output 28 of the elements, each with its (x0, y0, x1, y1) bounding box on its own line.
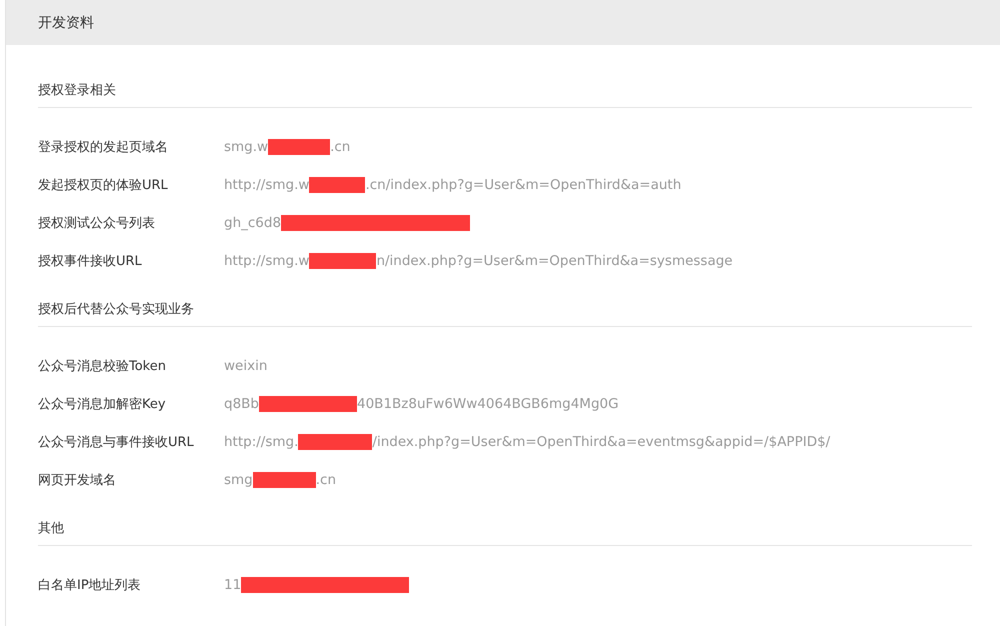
field-value: smg.w (224, 139, 268, 155)
field-label: 公众号消息加解密Key (38, 396, 167, 413)
field-value: 11 (224, 577, 242, 593)
field-value: .cn/index.php?g=User&m=OpenThird&a=auth (365, 177, 682, 193)
field-value: http://smg.w (224, 253, 310, 269)
field-label: 登录授权的发起页域名 (38, 139, 169, 156)
field-label: 公众号消息校验Token (38, 358, 167, 375)
field-value: weixin (224, 358, 268, 374)
page-title: 开发资料 (38, 14, 94, 32)
section-title: 其他 (38, 519, 972, 546)
field-value: .cn (330, 139, 350, 155)
section-title: 授权后代替公众号实现业务 (38, 300, 972, 327)
field-label: 白名单IP地址列表 (38, 577, 142, 594)
field-label: 网页开发域名 (38, 472, 117, 489)
field-value: http://smg. (224, 434, 298, 450)
field-value: n/index.php?g=User&m=OpenThird&a=sysmessage (376, 253, 733, 269)
field-value: http://smg.w (224, 177, 310, 193)
section-title: 授权登录相关 (38, 81, 972, 108)
field-label: 公众号消息与事件接收URL (38, 434, 195, 451)
field-value: /index.php?g=User&m=OpenThird&a=eventmsg&appid=/$APPID$/ (372, 434, 830, 450)
field-value: q8Bb (224, 396, 259, 412)
field-value: smg (224, 472, 253, 488)
field-value: 40B1Bz8uFw6Ww4064BGB6mg4Mg0G (357, 396, 619, 412)
field-label: 发起授权页的体验URL (38, 177, 169, 194)
field-value: gh_c6d8 (224, 215, 282, 231)
field-label: 授权事件接收URL (38, 253, 143, 270)
field-label: 授权测试公众号列表 (38, 215, 156, 232)
field-value: .cn (316, 472, 336, 488)
